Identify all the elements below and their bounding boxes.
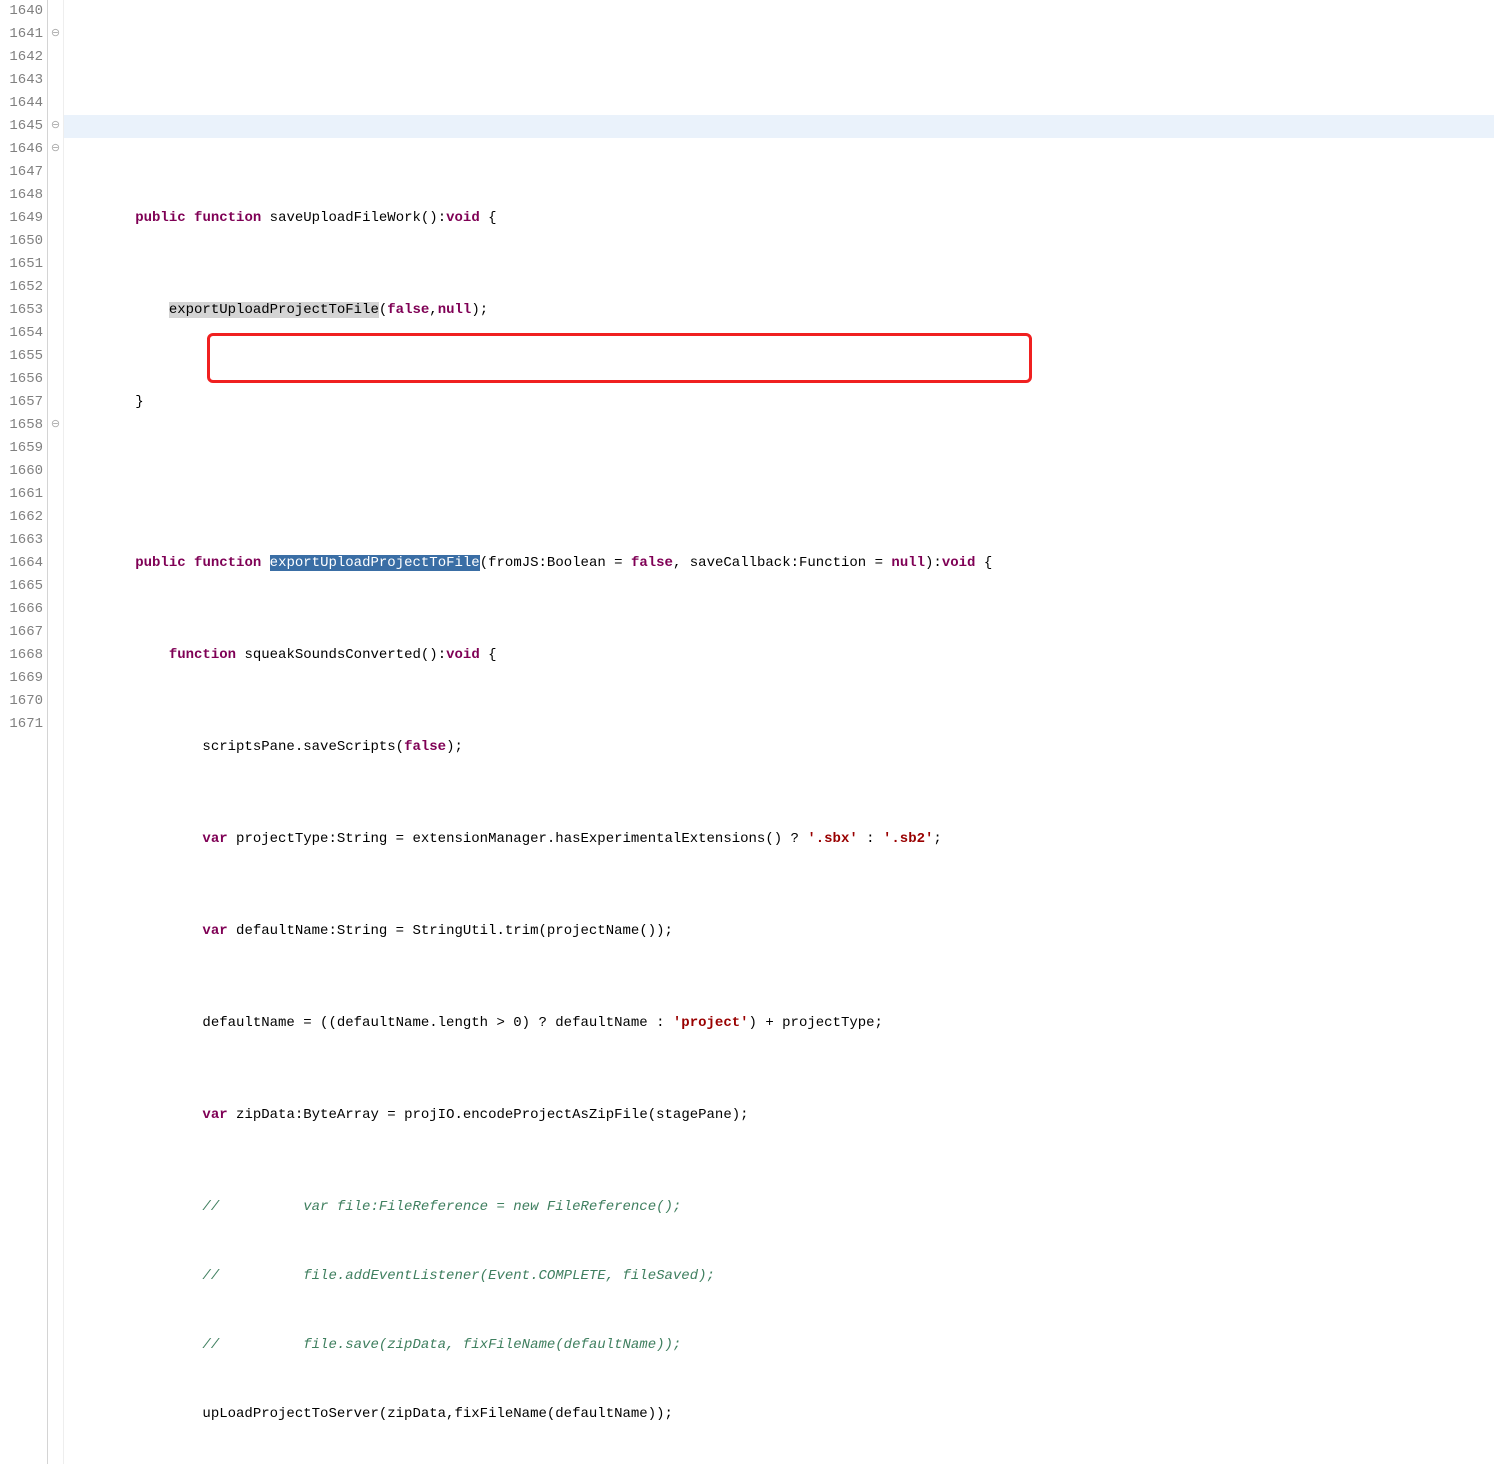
fold-marker: [48, 207, 63, 230]
line-number: 1663: [0, 529, 43, 552]
code-line[interactable]: function squeakSoundsConverted():void {: [68, 644, 1494, 667]
code-line[interactable]: // var file:FileReference = new FileRefe…: [68, 1196, 1494, 1219]
code-line[interactable]: upLoadProjectToServer(zipData,fixFileNam…: [68, 1403, 1494, 1426]
code-line[interactable]: scriptsPane.saveScripts(false);: [68, 736, 1494, 759]
line-number: 1646: [0, 138, 43, 161]
line-number: 1648: [0, 184, 43, 207]
code-line[interactable]: [68, 460, 1494, 483]
line-number: 1662: [0, 506, 43, 529]
line-number: 1651: [0, 253, 43, 276]
fold-marker: [48, 552, 63, 575]
fold-marker: [48, 529, 63, 552]
code-editor[interactable]: 1640164116421643164416451646164716481649…: [0, 0, 1494, 1464]
code-line[interactable]: var defaultName:String = StringUtil.trim…: [68, 920, 1494, 943]
code-line[interactable]: [68, 115, 1494, 138]
line-number: 1660: [0, 460, 43, 483]
code-line[interactable]: public function saveUploadFileWork():voi…: [68, 207, 1494, 230]
line-number: 1652: [0, 276, 43, 299]
line-number: 1657: [0, 391, 43, 414]
fold-marker: [48, 299, 63, 322]
occurrence-highlight: exportUploadProjectToFile: [169, 302, 379, 318]
fold-marker: [48, 322, 63, 345]
line-number: 1645: [0, 115, 43, 138]
line-number: 1670: [0, 690, 43, 713]
line-number: 1659: [0, 437, 43, 460]
line-number: 1643: [0, 69, 43, 92]
line-number: 1655: [0, 345, 43, 368]
line-number: 1644: [0, 92, 43, 115]
fold-marker: [48, 92, 63, 115]
code-line[interactable]: var projectType:String = extensionManage…: [68, 828, 1494, 851]
fold-marker: [48, 368, 63, 391]
line-number: 1650: [0, 230, 43, 253]
fold-marker: [48, 575, 63, 598]
fold-marker: [48, 644, 63, 667]
fold-marker: [48, 46, 63, 69]
code-line[interactable]: // file.addEventListener(Event.COMPLETE,…: [68, 1265, 1494, 1288]
fold-marker: [48, 69, 63, 92]
line-number: 1640: [0, 0, 43, 23]
fold-marker: [48, 253, 63, 276]
code-line[interactable]: public function exportUploadProjectToFil…: [68, 552, 1494, 575]
fold-marker[interactable]: ⊖: [48, 138, 63, 161]
code-line[interactable]: exportUploadProjectToFile(false,null);: [68, 299, 1494, 322]
code-area[interactable]: public function saveUploadFileWork():voi…: [64, 0, 1494, 1464]
fold-marker[interactable]: ⊖: [48, 115, 63, 138]
fold-marker[interactable]: ⊖: [48, 414, 63, 437]
fold-marker: [48, 0, 63, 23]
code-line[interactable]: var zipData:ByteArray = projIO.encodePro…: [68, 1104, 1494, 1127]
line-number: 1666: [0, 598, 43, 621]
line-number: 1654: [0, 322, 43, 345]
fold-marker: [48, 437, 63, 460]
fold-marker: [48, 276, 63, 299]
fold-marker[interactable]: ⊖: [48, 23, 63, 46]
line-number: 1653: [0, 299, 43, 322]
line-number: 1658: [0, 414, 43, 437]
fold-marker: [48, 345, 63, 368]
line-number: 1641: [0, 23, 43, 46]
line-number: 1656: [0, 368, 43, 391]
line-number: 1668: [0, 644, 43, 667]
fold-marker: [48, 667, 63, 690]
selected-text: exportUploadProjectToFile: [270, 555, 480, 571]
line-number: 1642: [0, 46, 43, 69]
fold-marker: [48, 506, 63, 529]
fold-marker: [48, 460, 63, 483]
line-number: 1661: [0, 483, 43, 506]
line-number: 1649: [0, 207, 43, 230]
line-number: 1667: [0, 621, 43, 644]
fold-marker: [48, 621, 63, 644]
fold-marker: [48, 391, 63, 414]
fold-marker: [48, 690, 63, 713]
annotation-red-box: [207, 333, 1032, 383]
fold-marker: [48, 598, 63, 621]
fold-marker: [48, 713, 63, 736]
line-number: 1665: [0, 575, 43, 598]
fold-column[interactable]: ⊖⊖⊖⊖: [48, 0, 64, 1464]
line-number: 1647: [0, 161, 43, 184]
code-line[interactable]: }: [68, 391, 1494, 414]
fold-marker: [48, 483, 63, 506]
line-number: 1671: [0, 713, 43, 736]
code-line[interactable]: defaultName = ((defaultName.length > 0) …: [68, 1012, 1494, 1035]
code-line[interactable]: // file.save(zipData, fixFileName(defaul…: [68, 1334, 1494, 1357]
fold-marker: [48, 184, 63, 207]
line-number-gutter: 1640164116421643164416451646164716481649…: [0, 0, 48, 1464]
line-number: 1669: [0, 667, 43, 690]
fold-marker: [48, 161, 63, 184]
line-number: 1664: [0, 552, 43, 575]
fold-marker: [48, 230, 63, 253]
